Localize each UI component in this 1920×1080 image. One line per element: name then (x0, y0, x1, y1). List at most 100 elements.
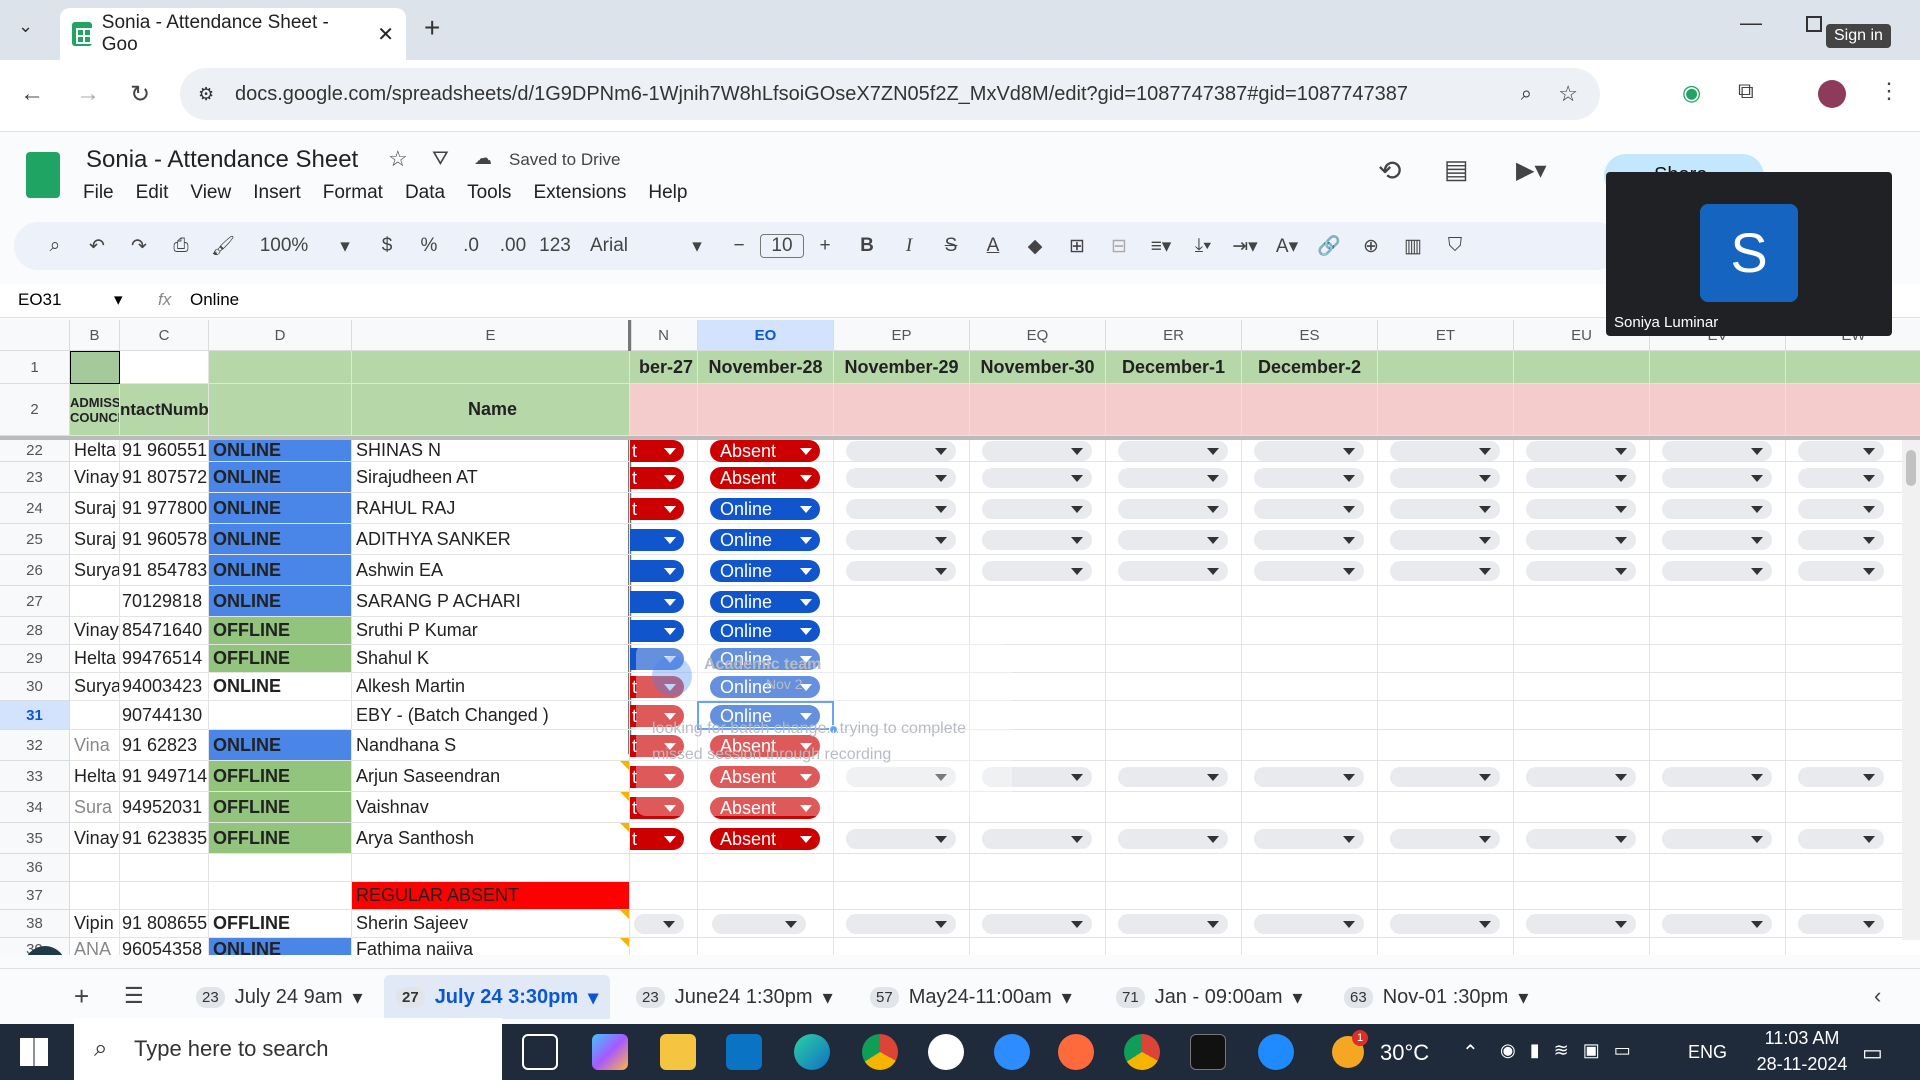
student-name-cell[interactable]: Fathima naiiva (352, 938, 630, 955)
strikethrough-icon[interactable]: S (930, 235, 972, 257)
empty-dropdown[interactable] (1390, 530, 1500, 550)
empty-dropdown[interactable] (982, 914, 1092, 934)
empty-dropdown[interactable] (1662, 530, 1772, 550)
row-header-24[interactable]: 24 (0, 493, 70, 524)
admission-counsellor-cell[interactable]: Vina (70, 730, 120, 761)
empty-dropdown[interactable] (1390, 829, 1500, 849)
row-header-36[interactable]: 36 (0, 854, 70, 882)
header-cell-c2[interactable]: ntactNumber (120, 384, 209, 436)
empty-dropdown[interactable] (1118, 530, 1228, 550)
attendance-cell[interactable] (1242, 586, 1378, 617)
admission-counsellor-cell[interactable]: Sura (70, 792, 120, 823)
chevron-down-icon[interactable] (800, 568, 812, 575)
contact-number-cell[interactable]: 91 807572 (120, 462, 209, 493)
new-tab-icon[interactable]: + (424, 12, 440, 44)
pink-header-ET[interactable] (1378, 384, 1514, 436)
mode-cell[interactable]: ONLINE (209, 462, 352, 493)
empty-dropdown[interactable] (1390, 499, 1500, 519)
chevron-down-icon[interactable]: ▾ (324, 235, 366, 258)
attendance-cell[interactable] (698, 882, 834, 910)
pink-header-EQ[interactable] (970, 384, 1106, 436)
attendance-cell[interactable] (630, 854, 698, 882)
chevron-down-icon[interactable] (800, 836, 812, 843)
empty-dropdown[interactable] (982, 829, 1092, 849)
date-header-N[interactable]: ber-27 (630, 351, 698, 384)
attendance-cell[interactable] (1242, 673, 1378, 701)
contact-number-cell[interactable]: 91 808655 (120, 910, 209, 938)
attendance-cell[interactable] (1106, 882, 1242, 910)
chevron-down-icon[interactable]: ▾ (1293, 985, 1303, 1010)
attendance-cell[interactable] (970, 938, 1106, 955)
vscode-icon[interactable] (726, 1034, 762, 1070)
contact-number-cell[interactable]: 99476514 (120, 645, 209, 673)
attendance-chip-nov27[interactable] (630, 560, 684, 582)
attendance-cell[interactable] (1650, 730, 1786, 761)
attendance-cell[interactable] (1242, 938, 1378, 955)
attendance-chip-nov28[interactable]: Absent (710, 828, 820, 850)
empty-dropdown[interactable] (1798, 561, 1884, 581)
row-header-25[interactable]: 25 (0, 524, 70, 555)
attendance-cell[interactable] (970, 617, 1106, 645)
attendance-cell[interactable] (1242, 701, 1378, 730)
attendance-cell[interactable] (1514, 586, 1650, 617)
attendance-cell[interactable] (1378, 673, 1514, 701)
sheets-logo-icon[interactable] (26, 152, 60, 198)
menu-view[interactable]: View (190, 182, 231, 203)
contact-number-cell[interactable]: 91 960578 (120, 524, 209, 555)
address-bar[interactable]: ⚙ docs.google.com/spreadsheets/d/1G9DPNm… (180, 68, 1600, 120)
sheet-tab-3[interactable]: 57 May24-11:00am ▾ (858, 975, 1084, 1019)
empty-dropdown[interactable] (1798, 530, 1884, 550)
empty-dropdown[interactable] (1526, 468, 1636, 488)
contact-number-cell[interactable]: 91 62823 (120, 730, 209, 761)
empty-dropdown[interactable] (1526, 499, 1636, 519)
attendance-cell[interactable] (1378, 645, 1514, 673)
browser-menu-icon[interactable]: ⋮ (1878, 78, 1900, 104)
attendance-cell[interactable] (1378, 701, 1514, 730)
sheet-tab-0[interactable]: 23 July 24 9am ▾ (184, 975, 375, 1019)
pink-header-N[interactable] (630, 384, 698, 436)
attendance-chip-nov28[interactable]: Online (710, 498, 820, 520)
attendance-cell[interactable] (970, 586, 1106, 617)
notifications-icon[interactable]: ▭ (1862, 1040, 1883, 1066)
student-name-cell[interactable]: Sirajudheen AT (352, 462, 630, 493)
row-header-23[interactable]: 23 (0, 462, 70, 493)
pink-header-EV[interactable] (1650, 384, 1786, 436)
empty-dropdown[interactable] (1798, 499, 1884, 519)
mode-cell[interactable]: ONLINE (209, 524, 352, 555)
student-name-cell[interactable]: Shahul K (352, 645, 630, 673)
empty-dropdown[interactable] (1254, 561, 1364, 581)
header-cell-d2[interactable] (209, 384, 352, 436)
column-header-ES[interactable]: ES (1242, 320, 1378, 351)
scroll-sheets-left-icon[interactable]: ‹ (1874, 983, 1881, 1009)
chevron-down-icon[interactable] (800, 506, 812, 513)
column-header-E[interactable]: E (352, 320, 630, 351)
empty-dropdown[interactable] (846, 468, 956, 488)
empty-dropdown[interactable] (1390, 441, 1500, 461)
name-box[interactable]: EO31 (18, 290, 61, 310)
attendance-chip-nov27[interactable]: t (630, 828, 684, 850)
attendance-cell[interactable] (1242, 882, 1378, 910)
row-header-30[interactable]: 30 (0, 673, 70, 701)
text-wrap-icon[interactable]: ⇥▾ (1224, 235, 1266, 258)
bookmark-star-icon[interactable]: ☆ (1558, 81, 1578, 107)
undo-icon[interactable]: ↶ (76, 235, 118, 258)
pink-header-ES[interactable] (1242, 384, 1378, 436)
attendance-chip-nov28[interactable]: Online (710, 620, 820, 642)
back-icon[interactable]: ← (20, 80, 44, 108)
date-header-EP[interactable]: November-29 (834, 351, 970, 384)
mode-cell[interactable] (209, 701, 352, 730)
admission-counsellor-cell[interactable] (70, 882, 120, 910)
attendance-chip-nov28[interactable]: Online (710, 591, 820, 613)
admission-counsellor-cell[interactable] (70, 701, 120, 730)
attendance-cell[interactable] (834, 854, 970, 882)
attendance-cell[interactable] (1242, 854, 1378, 882)
move-drive-icon[interactable]: ⛛ (432, 148, 449, 171)
student-name-cell[interactable]: SARANG P ACHARI (352, 586, 630, 617)
empty-dropdown[interactable] (1390, 914, 1500, 934)
paint-format-icon[interactable]: 🖌 (202, 234, 244, 258)
column-header-EP[interactable]: EP (834, 320, 970, 351)
pink-header-EU[interactable] (1514, 384, 1650, 436)
attendance-cell[interactable] (1514, 645, 1650, 673)
attendance-cell[interactable] (1786, 617, 1920, 645)
pink-header-EP[interactable] (834, 384, 970, 436)
